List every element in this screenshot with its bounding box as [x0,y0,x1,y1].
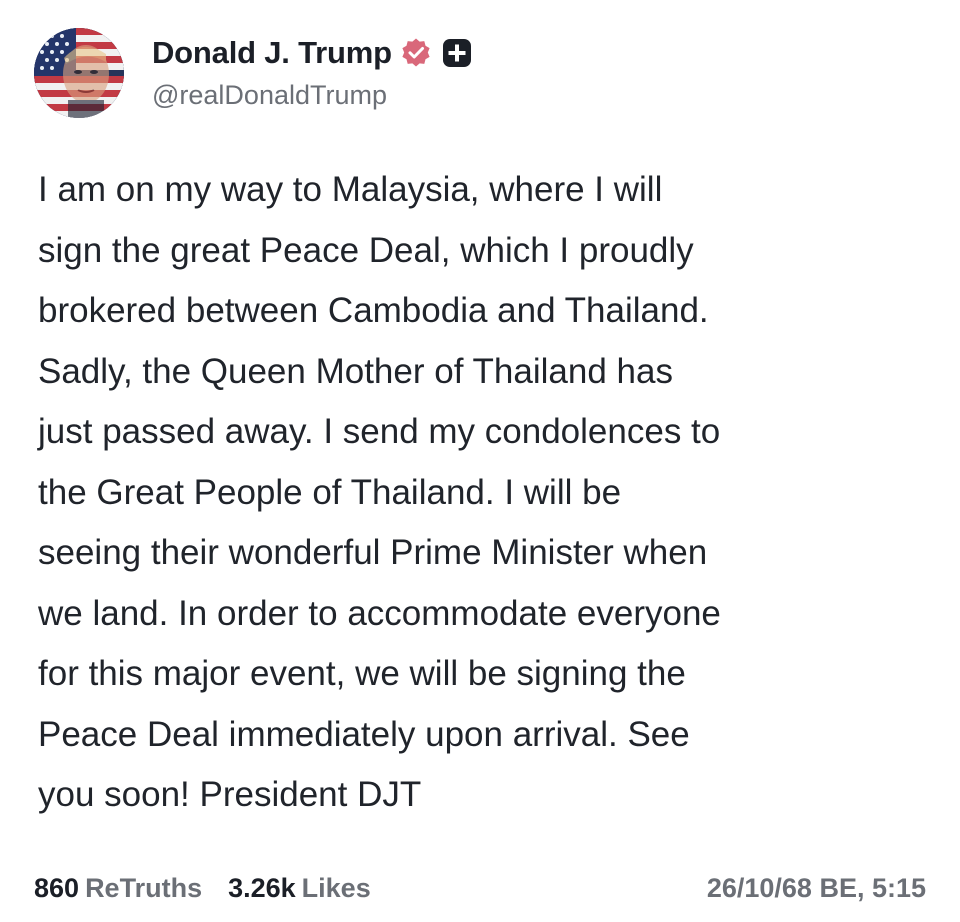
post-body-line: sign the great Peace Deal, which I proud… [38,230,694,270]
retruths-stat[interactable]: 860 ReTruths [34,873,202,904]
display-name-row: Donald J. Trump [152,30,852,76]
post-body-line: for this major event, we will be signing… [38,654,686,693]
post-timestamp[interactable]: 26/10/68 BE, 5:15 [707,873,926,904]
post-footer: 860 ReTruths 3.26k Likes 26/10/68 BE, 5:15 [34,868,926,908]
post-body-line: seeing their wonderful Prime Minister wh… [38,533,708,572]
post-body-line: Peace Deal immediately upon arrival. See [38,714,690,754]
retruths-count: 860 [34,872,80,903]
likes-label: Likes [301,872,371,903]
post-body-line: brokered between Cambodia and Thailand. [38,291,709,330]
post-body-line: I am on my way to Malaysia, where I will [38,170,663,209]
author-handle[interactable]: @realDonaldTrump [152,80,852,111]
post-body-line: we land. In order to accommodate everyon… [38,593,721,633]
author-display-name[interactable]: Donald J. Trump [152,35,392,71]
post-body-line: the Great People of Thailand. I will be [38,472,622,512]
avatar-image [34,28,124,118]
likes-stat[interactable]: 3.26k Likes [228,873,371,904]
author-info: Donald J. Trump @realDonaldTrump [152,30,852,111]
post-body: I am on my way to Malaysia, where I will… [38,160,928,826]
verified-badge-icon [400,37,432,69]
post-body-line: just passed away. I send my condolences … [38,412,721,451]
avatar[interactable] [34,28,124,118]
plus-badge-icon [442,38,472,68]
post-card: Donald J. Trump @realDonaldTrump I am on… [0,0,960,922]
retruths-label: ReTruths [85,872,203,903]
post-header: Donald J. Trump @realDonaldTrump [34,22,914,122]
post-body-line: Sadly, the Queen Mother of Thailand has [38,351,673,391]
likes-count: 3.26k [228,872,296,903]
post-body-line: you soon! President DJT [38,775,422,814]
